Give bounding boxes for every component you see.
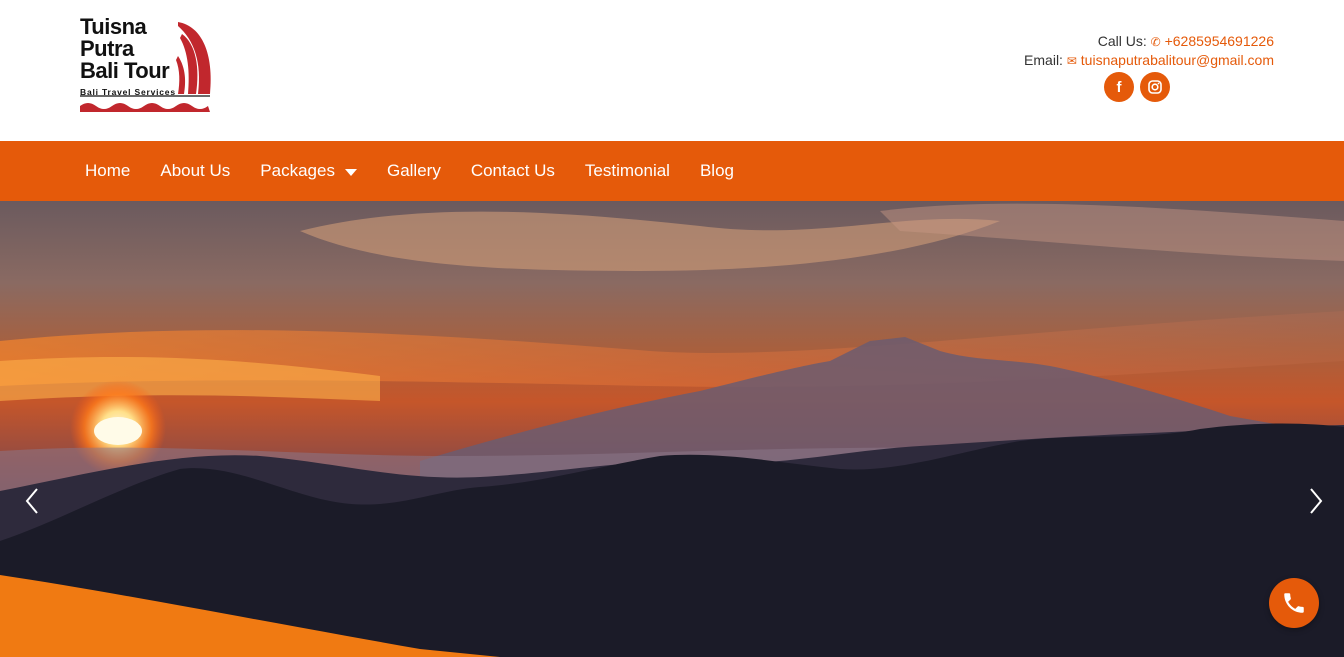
- nav-item-about-us[interactable]: About Us: [145, 161, 245, 181]
- envelope-icon: ✉: [1066, 54, 1077, 68]
- site-header: Tuisna Putra Bali Tour Bali Travel Servi…: [0, 0, 1344, 141]
- nav-item-packages-label: Packages: [260, 161, 335, 180]
- hero-slider: [0, 201, 1344, 657]
- facebook-icon[interactable]: f: [1104, 72, 1134, 102]
- email-label: Email:: [1024, 52, 1063, 68]
- nav-menu: Home About Us Packages Gallery Contact U…: [70, 141, 749, 201]
- nav-item-blog[interactable]: Blog: [685, 161, 749, 181]
- nav-item-packages[interactable]: Packages: [245, 161, 372, 181]
- contact-block: Call Us: ✆ +6285954691226 Email: ✉ tuisn…: [914, 32, 1274, 70]
- site-logo[interactable]: Tuisna Putra Bali Tour Bali Travel Servi…: [78, 16, 214, 116]
- logo-tagline: Bali Travel Services: [80, 87, 176, 97]
- chevron-left-icon: [25, 488, 38, 514]
- phone-icon: ✆: [1150, 35, 1161, 49]
- logo-line-3: Bali Tour: [80, 58, 170, 83]
- main-nav: Home About Us Packages Gallery Contact U…: [0, 141, 1344, 201]
- chevron-right-icon: [1310, 488, 1323, 514]
- caret-down-icon: [344, 168, 357, 176]
- nav-item-contact-us[interactable]: Contact Us: [456, 161, 570, 181]
- social-links: f: [1104, 72, 1170, 102]
- floating-call-button[interactable]: [1269, 578, 1319, 628]
- call-label: Call Us:: [1097, 33, 1147, 49]
- phone-call-icon: [1284, 593, 1304, 613]
- nav-item-testimonial[interactable]: Testimonial: [570, 161, 685, 181]
- slider-next-arrow[interactable]: [1304, 486, 1328, 516]
- nav-item-home[interactable]: Home: [70, 161, 145, 181]
- logo-wordmark: Tuisna Putra Bali Tour: [80, 14, 170, 83]
- phone-link[interactable]: +6285954691226: [1165, 33, 1274, 49]
- email-link[interactable]: tuisnaputrabalitour@gmail.com: [1081, 52, 1274, 68]
- hero-sunset-image: [0, 201, 1344, 657]
- contact-email-row: Email: ✉ tuisnaputrabalitour@gmail.com: [914, 51, 1274, 70]
- logo-line-2: Putra: [80, 36, 134, 61]
- slider-prev-arrow[interactable]: [20, 486, 44, 516]
- instagram-glyph: [1148, 80, 1162, 94]
- logo-line-1: Tuisna: [80, 14, 147, 39]
- nav-item-gallery[interactable]: Gallery: [372, 161, 456, 181]
- instagram-icon[interactable]: [1140, 72, 1170, 102]
- contact-phone-row: Call Us: ✆ +6285954691226: [914, 32, 1274, 51]
